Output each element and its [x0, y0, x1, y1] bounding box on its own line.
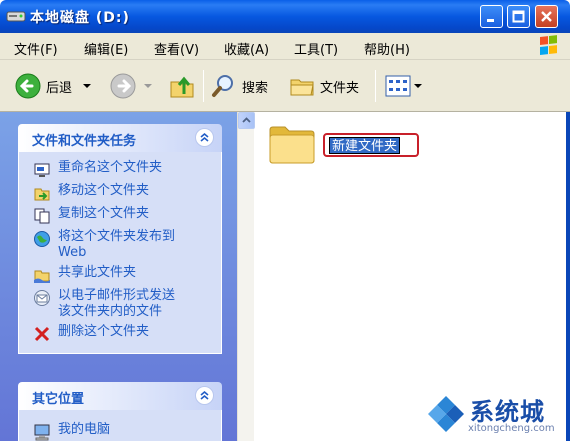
toolbar-separator: [203, 70, 204, 102]
task-label: 将这个文件夹发布到 Web: [58, 229, 176, 260]
rename-icon: [34, 163, 50, 177]
folders-icon: [290, 79, 314, 96]
menu-view[interactable]: 查看(V): [154, 39, 199, 58]
task-pane-scrollbar[interactable]: [237, 112, 255, 441]
scroll-up-button[interactable]: [238, 112, 255, 129]
task-label: 复制这个文件夹: [58, 206, 150, 221]
my-computer-icon: [34, 424, 50, 441]
publish-web-icon: [34, 231, 50, 247]
other-places-header[interactable]: 其它位置: [18, 382, 222, 410]
menu-tools[interactable]: 工具(T): [294, 39, 338, 58]
other-places-title: 其它位置: [32, 392, 85, 407]
search-label: 搜索: [242, 80, 269, 96]
close-icon: [541, 11, 552, 22]
chevron-up-icon: [242, 117, 251, 123]
move-icon: [34, 188, 50, 201]
views-dropdown-icon: [414, 84, 422, 88]
task-move-folder[interactable]: 移动这个文件夹: [19, 181, 221, 204]
up-folder-button[interactable]: [168, 70, 196, 102]
back-label: 后退: [46, 80, 73, 96]
watermark-logo-icon: [426, 394, 466, 434]
toolbar-separator: [375, 70, 376, 102]
task-delete-folder[interactable]: 删除这个文件夹: [19, 322, 221, 345]
collapse-chevron-icon[interactable]: [195, 128, 214, 147]
forward-button[interactable]: [109, 70, 153, 102]
file-folder-tasks-title: 文件和文件夹任务: [32, 134, 137, 149]
search-icon: [212, 75, 233, 97]
folder-name-input[interactable]: 新建文件夹: [329, 137, 401, 154]
title-bar: 本地磁盘 (D:): [0, 0, 570, 33]
close-button[interactable]: [535, 5, 558, 28]
task-email-folder-files[interactable]: 以电子邮件形式发送 该文件夹内的文件: [19, 286, 221, 322]
back-dropdown-icon[interactable]: [82, 82, 92, 90]
menu-edit[interactable]: 编辑(E): [84, 39, 128, 58]
task-label: 删除这个文件夹: [58, 324, 150, 339]
minimize-button[interactable]: [480, 5, 503, 28]
email-icon: [34, 290, 50, 306]
menu-favorites[interactable]: 收藏(A): [224, 39, 269, 58]
task-label: 我的电脑: [58, 422, 111, 437]
task-label: 移动这个文件夹: [58, 183, 150, 198]
task-label: 重命名这个文件夹: [58, 160, 163, 175]
up-folder-icon: [170, 76, 194, 98]
rename-highlight: 新建文件夹: [323, 133, 419, 157]
minimize-icon: [487, 19, 494, 22]
file-folder-tasks-panel: 文件和文件夹任务 重命名这个文件夹 移动这个文件夹 复制这个文件夹 将这个文件夹…: [18, 124, 222, 354]
watermark-brand: 系统城: [470, 398, 545, 426]
watermark: 系统城 xitongcheng.com: [424, 392, 570, 441]
task-label: 共享此文件夹: [58, 265, 137, 280]
delete-icon: [34, 326, 50, 342]
task-share-folder[interactable]: 共享此文件夹: [19, 263, 221, 286]
back-button[interactable]: 后退: [14, 70, 92, 102]
task-label: 以电子邮件形式发送 该文件夹内的文件: [58, 288, 176, 319]
search-button[interactable]: 搜索: [210, 70, 268, 102]
collapse-chevron-icon[interactable]: [195, 386, 214, 405]
folders-label: 文件夹: [320, 80, 360, 96]
share-icon: [34, 270, 50, 283]
task-rename-folder[interactable]: 重命名这个文件夹: [19, 158, 221, 181]
toolbar: 后退 搜索 文件夹: [0, 60, 570, 112]
views-icon: [385, 75, 411, 97]
task-copy-folder[interactable]: 复制这个文件夹: [19, 204, 221, 227]
other-places-list: 我的电脑: [18, 410, 222, 441]
other-places-panel: 其它位置 我的电脑: [18, 382, 222, 441]
forward-dropdown-icon[interactable]: [143, 82, 153, 90]
maximize-button[interactable]: [507, 5, 530, 28]
menu-bar: 文件(F) 编辑(E) 查看(V) 收藏(A) 工具(T) 帮助(H): [0, 33, 570, 60]
file-folder-tasks-header[interactable]: 文件和文件夹任务: [18, 124, 222, 152]
task-publish-folder-web[interactable]: 将这个文件夹发布到 Web: [19, 227, 221, 263]
window-title: 本地磁盘 (D:): [30, 10, 130, 26]
windows-logo-icon: [540, 35, 557, 55]
folder-icon[interactable]: [267, 122, 317, 166]
file-folder-tasks-list: 重命名这个文件夹 移动这个文件夹 复制这个文件夹 将这个文件夹发布到 Web 共…: [18, 152, 222, 354]
folders-button[interactable]: 文件夹: [288, 70, 359, 102]
task-pane: 文件和文件夹任务 重命名这个文件夹 移动这个文件夹 复制这个文件夹 将这个文件夹…: [0, 112, 237, 441]
watermark-url: xitongcheng.com: [468, 423, 555, 434]
menu-help[interactable]: 帮助(H): [364, 39, 410, 58]
views-button[interactable]: [385, 70, 423, 102]
drive-icon: [6, 11, 26, 22]
menu-file[interactable]: 文件(F): [14, 39, 58, 58]
copy-icon: [34, 208, 50, 224]
back-arrow-icon: [15, 73, 41, 99]
forward-arrow-icon: [110, 73, 136, 99]
place-my-computer[interactable]: 我的电脑: [19, 420, 221, 441]
maximize-icon: [512, 10, 525, 23]
